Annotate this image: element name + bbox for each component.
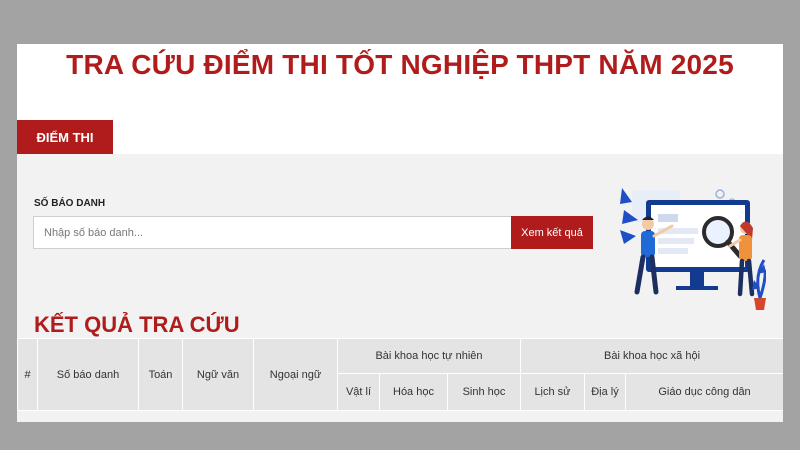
column-header: Vật lí: [337, 373, 380, 411]
search-row: Xem kết quả: [33, 216, 593, 249]
monitor-stand: [690, 272, 704, 286]
page: TRA CỨU ĐIỂM THI TỐT NGHIỆP THPT NĂM 202…: [17, 44, 783, 422]
view-results-button[interactable]: Xem kết quả: [511, 216, 593, 249]
column-header: Số báo danh: [37, 338, 139, 411]
gear-icon: [715, 189, 725, 199]
column-header: Ngoại ngữ: [253, 338, 338, 411]
student-id-label: SỐ BÁO DANH: [34, 198, 106, 209]
group-header-social-sciences: Bài khoa học xã hội: [519, 338, 783, 374]
results-table: # Số báo danh Toán Ngữ văn Ngoại ngữ Bài…: [17, 338, 783, 411]
column-header: Ngữ văn: [182, 338, 254, 411]
tab-diem-thi[interactable]: ĐIỂM THI: [17, 120, 113, 154]
column-header: #: [17, 338, 38, 411]
column-header: Địa lý: [584, 373, 626, 411]
right-plant-pot: [754, 298, 766, 310]
group-header-natural-sciences: Bài khoa học tự nhiên: [337, 338, 521, 374]
column-header: Sinh học: [447, 373, 521, 411]
search-panel: SỐ BÁO DANH Xem kết quả: [17, 154, 783, 422]
search-illustration: [620, 188, 766, 310]
column-header: Lịch sử: [520, 373, 585, 411]
column-header: Toán: [138, 338, 183, 411]
results-title: KẾT QUẢ TRA CỨU: [34, 312, 240, 337]
student-id-input[interactable]: [33, 216, 511, 249]
column-header: Giáo dục công dân: [624, 373, 783, 411]
column-header: Hóa học: [379, 373, 448, 411]
page-title: TRA CỨU ĐIỂM THI TỐT NGHIỆP THPT NĂM 202…: [66, 49, 734, 80]
